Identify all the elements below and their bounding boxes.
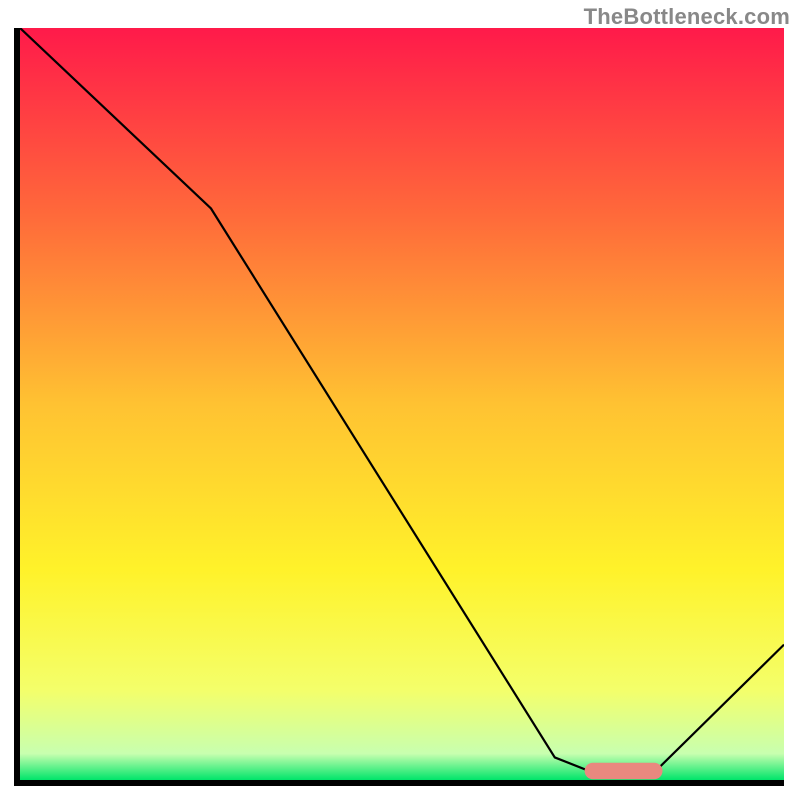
watermark-text: TheBottleneck.com xyxy=(584,4,790,30)
chart-frame xyxy=(14,28,784,786)
bottleneck-chart xyxy=(20,28,784,780)
chart-background xyxy=(20,28,784,780)
